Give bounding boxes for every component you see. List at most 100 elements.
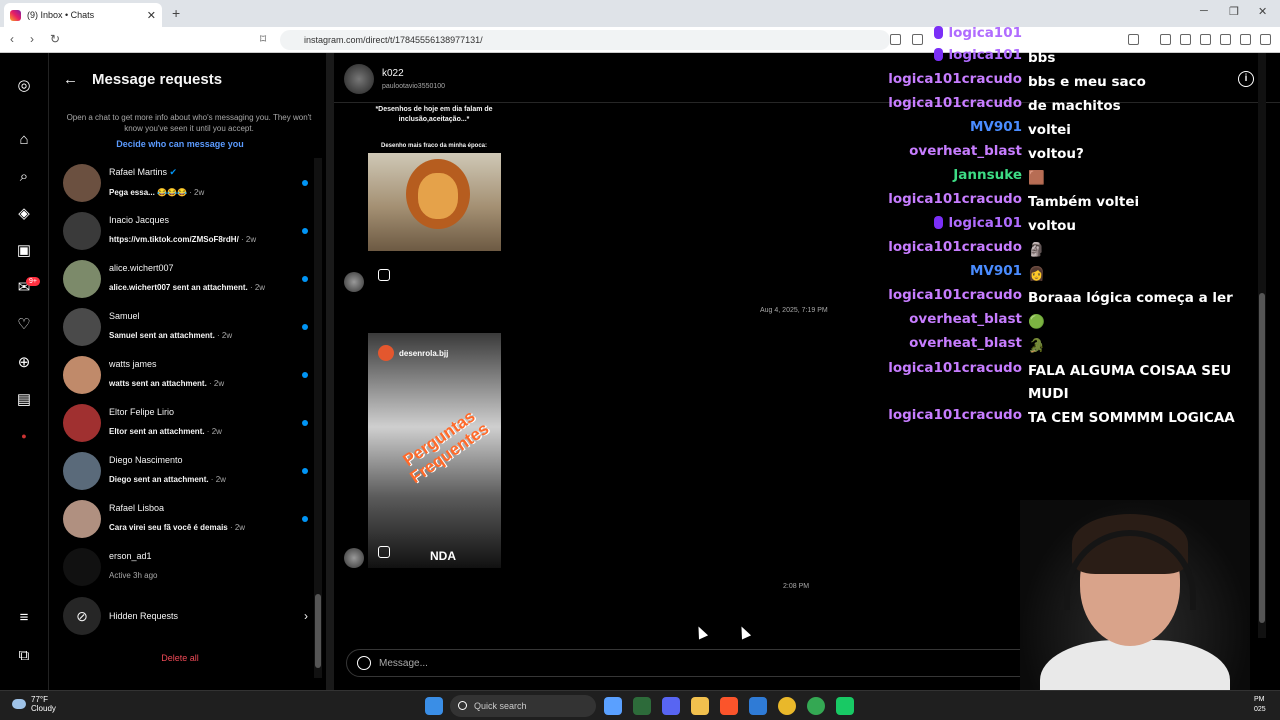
request-item[interactable]: Samuel Samuel sent an attachment. · 2w <box>63 305 308 349</box>
request-preview: Samuel sent an attachment. · 2w <box>109 331 233 340</box>
emoji-icon[interactable] <box>357 656 371 670</box>
weather-widget[interactable]: 77°F Cloudy <box>12 695 56 713</box>
hidden-requests-row[interactable]: ⊘ Hidden Requests › <box>63 596 308 636</box>
avatar <box>63 260 101 298</box>
chrome-icon[interactable] <box>807 697 825 715</box>
request-preview: Cara virei seu fã você é demais · 2w <box>109 523 246 532</box>
request-preview: Eltor sent an attachment. · 2w <box>109 427 222 436</box>
request-item[interactable]: Diego Nascimento Diego sent an attachment… <box>63 449 308 493</box>
bookmark-icon[interactable]: ⌑ <box>260 32 266 46</box>
timestamp: Aug 4, 2025, 7:19 PM <box>760 307 828 314</box>
unread-dot <box>302 228 308 234</box>
start-icon[interactable] <box>425 697 443 715</box>
mic-icon <box>933 48 943 61</box>
shared-post-image[interactable] <box>368 153 501 251</box>
reload-icon[interactable]: ↻ <box>50 32 60 46</box>
temperature: 77°F <box>31 695 48 704</box>
message-input[interactable] <box>379 654 979 672</box>
mic-icon <box>933 26 943 39</box>
request-item[interactable]: watts james watts sent an attachment. · 2… <box>63 353 308 397</box>
chat-name[interactable]: k022 <box>382 68 404 79</box>
home-icon[interactable]: ⌂ <box>15 131 33 149</box>
chat-line: overheat_blast voltou? <box>909 143 1084 162</box>
file-explorer-icon[interactable] <box>691 697 709 715</box>
back-arrow-icon[interactable]: ← <box>63 71 78 88</box>
window-close-icon[interactable]: ✕ <box>1258 5 1267 18</box>
dashboard-icon[interactable]: ▤ <box>15 391 33 409</box>
minimize-icon[interactable]: ─ <box>1200 5 1208 17</box>
unread-dot <box>302 276 308 282</box>
request-item[interactable]: Inacio Jacques https://vm.tiktok.com/ZMSo… <box>63 209 308 253</box>
url-text: instagram.com/direct/t/17845556138977131… <box>304 35 483 45</box>
chat-scrollbar[interactable] <box>1258 53 1266 638</box>
chat-line: logica101 voltou <box>870 215 1250 238</box>
request-item[interactable]: alice.wichert007 alice.wichert007 sent an… <box>63 257 308 301</box>
request-item[interactable]: Rafael Martins ✔ Pega essa... 😂😂😂 · 2w <box>63 161 308 205</box>
chat-line: overheat_blast 🟢 <box>909 311 1045 330</box>
app-icon[interactable] <box>633 697 651 715</box>
back-icon[interactable]: ‹ <box>10 32 14 46</box>
heart-icon[interactable]: ♡ <box>15 316 33 334</box>
request-status: Active 3h ago <box>109 571 158 580</box>
forward-icon[interactable]: › <box>30 32 34 46</box>
chat-line: logica101 vai voltar <box>870 25 1250 48</box>
copilot-icon[interactable] <box>604 697 622 715</box>
reel-icon[interactable] <box>378 546 390 558</box>
explore-icon[interactable]: ◈ <box>15 205 33 223</box>
chrome-icon[interactable] <box>778 697 796 715</box>
requests-scrollbar[interactable] <box>314 158 322 678</box>
shared-reel[interactable]: desenrola.bjj Perguntas Frequentes NDA <box>368 333 501 568</box>
delete-all-button[interactable]: Delete all <box>49 653 311 663</box>
app-icon[interactable] <box>749 697 767 715</box>
avatar[interactable] <box>344 64 374 94</box>
reel-overlay-text: Perguntas Frequentes <box>399 406 493 488</box>
request-item[interactable]: Rafael Lisboa Cara virei seu fã você é de… <box>63 497 308 541</box>
quick-search[interactable]: Quick search <box>450 695 596 717</box>
decide-link[interactable]: Decide who can message you <box>49 139 311 149</box>
profile-icon[interactable]: ● <box>15 427 33 445</box>
url-field[interactable]: instagram.com/direct/t/17845556138977131… <box>280 30 890 50</box>
chat-line: logica101cracudo bbs e meu saco <box>888 71 1146 90</box>
menu-icon[interactable] <box>1260 34 1271 45</box>
system-clock[interactable]: PM 025 <box>1254 695 1266 715</box>
webcam-overlay <box>1020 500 1250 720</box>
timestamp: 2:08 PM <box>783 583 810 590</box>
new-tab-icon[interactable]: + <box>172 5 180 21</box>
browser-tab[interactable]: (9) Inbox • Chats ✕ <box>4 3 162 27</box>
chat-line: logica101cracudo TA CEM SOMMMM LOGICAA <box>888 407 1235 426</box>
browser-tab-bar: (9) Inbox • Chats ✕ + ─ ❐ ✕ <box>0 0 1280 27</box>
request-item[interactable]: Eltor Felipe Lirio Eltor sent an attachme… <box>63 401 308 445</box>
chat-line: MV901 👩 <box>969 263 1045 282</box>
requests-info: Open a chat to get more info about who's… <box>66 113 312 133</box>
request-name: Inacio Jacques <box>109 215 170 225</box>
nav-rail: ◎ ⌂ ⌕ ◈ ▣ ✉ 9+ ♡ ⊕ ▤ ● ≡ ⧉ <box>0 53 49 690</box>
discord-icon[interactable] <box>662 697 680 715</box>
tab-close-icon[interactable]: ✕ <box>147 9 156 22</box>
more-menu-icon[interactable]: ≡ <box>15 609 33 627</box>
request-name: Rafael Martins ✔ <box>109 166 178 177</box>
avatar <box>63 548 101 586</box>
request-item[interactable]: erson_ad1 Active 3h ago <box>63 545 308 589</box>
maximize-icon[interactable]: ❐ <box>1229 5 1239 18</box>
create-icon[interactable]: ⊕ <box>15 354 33 372</box>
scrollbar-thumb[interactable] <box>1259 293 1265 623</box>
app-icon[interactable] <box>836 697 854 715</box>
brave-icon[interactable] <box>720 697 738 715</box>
unread-dot <box>302 516 308 522</box>
tab-title: (9) Inbox • Chats <box>27 10 95 20</box>
chevron-right-icon: › <box>304 609 308 623</box>
message-requests-panel: ← Message requests Open a chat to get mo… <box>49 53 326 690</box>
hidden-requests-label: Hidden Requests <box>109 611 179 621</box>
scrollbar-thumb[interactable] <box>315 594 321 668</box>
also-from-meta-icon[interactable]: ⧉ <box>15 647 33 665</box>
search-icon[interactable]: ⌕ <box>15 168 33 186</box>
stream-chat-overlay: logica101 vai voltar logica101 bbs logica1… <box>870 25 1250 445</box>
request-name: Samuel <box>109 311 140 321</box>
avatar <box>63 500 101 538</box>
reels-icon[interactable]: ▣ <box>15 242 33 260</box>
instagram-logo-icon[interactable]: ◎ <box>15 77 33 95</box>
reel-icon[interactable] <box>378 269 390 281</box>
request-name: watts james <box>109 359 157 369</box>
request-preview: Diego sent an attachment. · 2w <box>109 475 226 484</box>
request-name: Diego Nascimento <box>109 455 183 465</box>
